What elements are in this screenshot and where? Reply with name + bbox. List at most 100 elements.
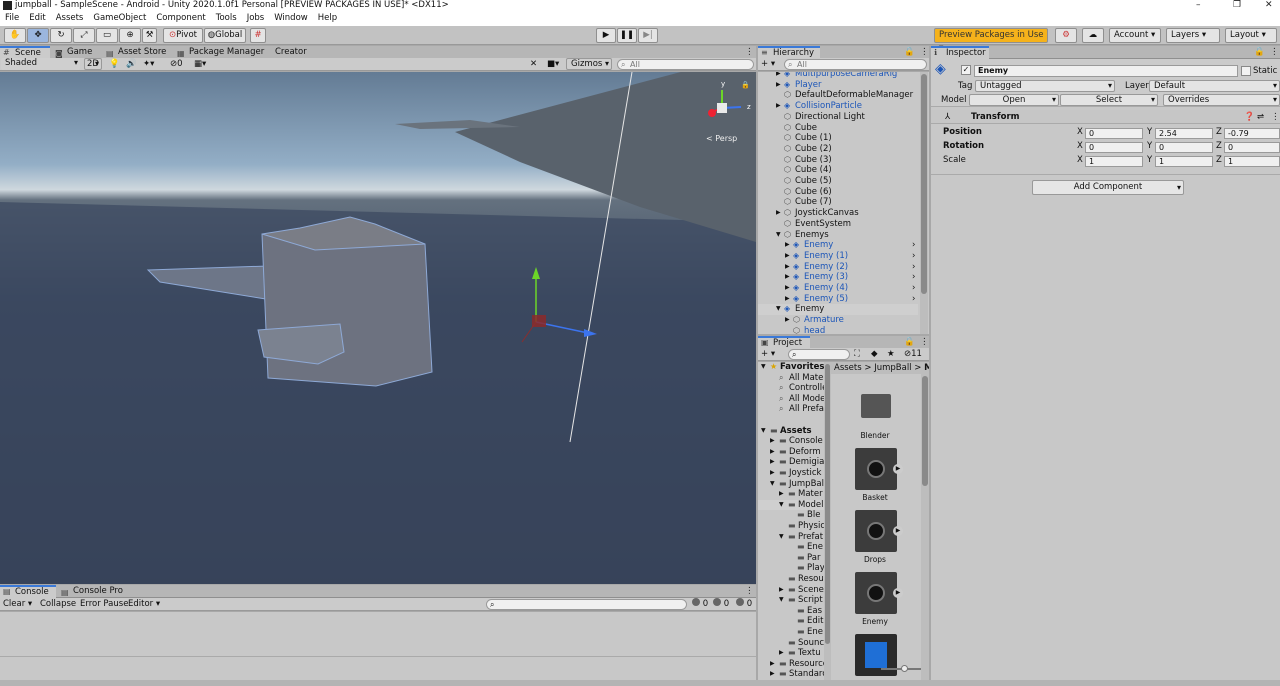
pivot-toggle[interactable]: ⊙Pivot xyxy=(163,28,203,43)
project-tree-item[interactable]: ▶ ▬ Deform xyxy=(758,447,828,458)
hierarchy-item[interactable]: ▼ ⬡ Enemys xyxy=(758,230,918,241)
collapse-arrow-icon[interactable]: ▼ xyxy=(770,479,775,490)
project-tree-scrollbar[interactable] xyxy=(824,362,831,680)
preview-packages-button[interactable]: Preview Packages in Use ▾ xyxy=(934,28,1048,53)
restore-button[interactable]: ❐ xyxy=(1233,0,1241,10)
project-lock-icon[interactable]: 🔒 xyxy=(904,336,915,348)
scene-lock-icon[interactable]: 🔒 xyxy=(741,79,750,91)
project-tree-item[interactable]: ▶ ▬ Demigia xyxy=(758,457,828,468)
filter-type-icon[interactable]: ⛶ xyxy=(854,348,860,360)
shading-mode-dropdown[interactable]: Shaded xyxy=(1,58,80,70)
minimize-button[interactable]: – xyxy=(1196,0,1201,10)
hidden-objects-icon[interactable]: ⊘0 xyxy=(170,58,183,70)
move-tool-button[interactable]: ✥ xyxy=(27,28,49,43)
expand-arrow-icon[interactable]: ▶ xyxy=(770,468,775,479)
account-dropdown[interactable]: Account ▾ xyxy=(1109,28,1161,43)
collapse-arrow-icon[interactable]: ▼ xyxy=(776,304,781,315)
prefab-open-arrow-icon[interactable]: › xyxy=(912,251,915,262)
tab-console[interactable]: ▤ Console xyxy=(0,585,56,598)
asset-size-slider[interactable] xyxy=(881,665,921,672)
help-icon[interactable]: ❓ xyxy=(1244,111,1255,123)
console-search-input[interactable]: ⌕ xyxy=(486,599,687,610)
expand-arrow-icon[interactable]: ▶ xyxy=(776,72,781,80)
hidden-packages-toggle[interactable]: ⊘11 xyxy=(904,348,922,360)
project-tree-item[interactable]: ⌕ All Prefa xyxy=(758,404,828,415)
project-tree-item[interactable]: ▼ ▬ Prefat xyxy=(758,532,828,543)
hierarchy-item[interactable]: ⬡ DefaultDeformableManager xyxy=(758,90,918,101)
tools-icon[interactable]: ✕ xyxy=(530,58,537,70)
hierarchy-item[interactable]: ▶ ◈ Player xyxy=(758,80,918,91)
collapse-toggle[interactable]: Collapse xyxy=(40,598,76,610)
expand-asset-icon[interactable]: ▶ xyxy=(893,526,903,536)
hierarchy-item[interactable]: ⬡ Directional Light xyxy=(758,112,918,123)
scene-panel-menu-icon[interactable]: ⋮ xyxy=(745,46,754,58)
hierarchy-item[interactable]: ▶ ◈ Enemy (3) › xyxy=(758,272,918,283)
hierarchy-menu-icon[interactable]: ⋮ xyxy=(920,46,929,58)
scale-tool-button[interactable]: ⤢ xyxy=(73,28,95,43)
transform-y-field[interactable]: 1 xyxy=(1155,156,1213,167)
asset-model-thumbnail[interactable]: ▶ xyxy=(855,448,903,490)
collapse-arrow-icon[interactable]: ▼ xyxy=(779,595,784,606)
hierarchy-item[interactable]: ▶ ◈ Enemy (4) › xyxy=(758,283,918,294)
menu-item-jobs[interactable]: Jobs xyxy=(247,11,265,26)
transform-header[interactable]: ⅄ Transform ❓ ⇌ ⋮ xyxy=(931,110,1280,124)
hierarchy-item[interactable]: ⬡ Cube (1) xyxy=(758,133,918,144)
expand-arrow-icon[interactable]: ▶ xyxy=(776,208,781,219)
expand-arrow-icon[interactable]: ▶ xyxy=(779,648,784,659)
audio-toggle-icon[interactable]: 🔊 xyxy=(126,58,137,70)
expand-asset-icon[interactable]: ▶ xyxy=(893,464,903,474)
menu-item-assets[interactable]: Assets xyxy=(56,11,84,26)
custom-tool-button[interactable]: ⚒ xyxy=(142,28,157,43)
static-checkbox[interactable] xyxy=(1241,66,1251,76)
prefab-open-arrow-icon[interactable]: › xyxy=(912,262,915,273)
filter-label-icon[interactable]: ◆ xyxy=(871,348,878,360)
transform-y-field[interactable]: 0 xyxy=(1155,142,1213,153)
hierarchy-item[interactable]: ⬡ Cube (6) xyxy=(758,187,918,198)
prefab-open-arrow-icon[interactable]: › xyxy=(912,283,915,294)
expand-arrow-icon[interactable]: ▶ xyxy=(770,659,775,670)
warning-count-toggle[interactable]: 0 xyxy=(713,598,729,610)
grid-snap-button[interactable]: # xyxy=(250,28,266,43)
collapse-arrow-icon[interactable]: ▼ xyxy=(779,532,784,543)
error-count-toggle[interactable]: 0 xyxy=(736,598,752,610)
transform-x-field[interactable]: 0 xyxy=(1085,128,1143,139)
transform-x-field[interactable]: 1 xyxy=(1085,156,1143,167)
hand-tool-button[interactable]: ✋ xyxy=(4,28,26,43)
expand-arrow-icon[interactable]: ▶ xyxy=(785,240,790,251)
layer-dropdown[interactable]: Default xyxy=(1149,80,1280,92)
tab-console-pro[interactable]: ▤ Console Pro xyxy=(58,585,128,598)
hierarchy-item[interactable]: ⬡ head xyxy=(758,326,918,334)
hierarchy-scrollbar[interactable] xyxy=(920,72,928,334)
hierarchy-item[interactable]: ⬡ Cube (7) xyxy=(758,197,918,208)
transform-menu-icon[interactable]: ⋮ xyxy=(1271,111,1280,123)
hierarchy-create-button[interactable]: + ▾ xyxy=(761,58,775,70)
project-tree-item[interactable]: ⌕ All Mater xyxy=(758,373,828,384)
expand-arrow-icon[interactable]: ▶ xyxy=(776,101,781,112)
menu-item-tools[interactable]: Tools xyxy=(216,11,237,26)
favorite-icon[interactable]: ★ xyxy=(887,348,895,360)
asset-size-slider-knob[interactable] xyxy=(901,665,908,672)
layers-dropdown[interactable]: Layers ▾ xyxy=(1166,28,1220,43)
expand-arrow-icon[interactable]: ▶ xyxy=(785,251,790,262)
project-tree-item[interactable]: ▶ ▬ Textu xyxy=(758,648,828,659)
collab-button[interactable]: ⚙ xyxy=(1055,28,1077,43)
prefab-open-arrow-icon[interactable]: › xyxy=(912,272,915,283)
mode-2d-toggle[interactable]: 2D xyxy=(84,58,102,70)
add-component-button[interactable]: Add Component xyxy=(1032,180,1184,195)
rect-tool-button[interactable]: ▭ xyxy=(96,28,118,43)
prefab-open-arrow-icon[interactable]: › xyxy=(912,294,915,305)
transform-z-field[interactable]: -0.79 xyxy=(1224,128,1280,139)
project-tree-item[interactable]: ▶ ▬ Standarc xyxy=(758,669,828,680)
inspector-menu-icon[interactable]: ⋮ xyxy=(1270,46,1279,58)
hierarchy-item[interactable]: ▶ ◈ Enemy (2) › xyxy=(758,262,918,273)
hierarchy-item[interactable]: ▶ ◈ CollisionParticle xyxy=(758,101,918,112)
expand-arrow-icon[interactable]: ▶ xyxy=(785,294,790,305)
grid-toggle-icon[interactable]: ▦▾ xyxy=(194,58,206,70)
overrides-dropdown[interactable]: Overrides xyxy=(1163,94,1280,106)
transform-tool-button[interactable]: ⊕ xyxy=(119,28,141,43)
project-tree-item[interactable]: ▬ Sounc xyxy=(758,638,828,649)
menu-item-edit[interactable]: Edit xyxy=(29,11,45,26)
project-tree-item[interactable]: ▶ ▬ Resource xyxy=(758,659,828,670)
project-tree-item[interactable]: ▬ Eas xyxy=(758,606,828,617)
project-tree-item[interactable]: ▬ Resou xyxy=(758,574,828,585)
